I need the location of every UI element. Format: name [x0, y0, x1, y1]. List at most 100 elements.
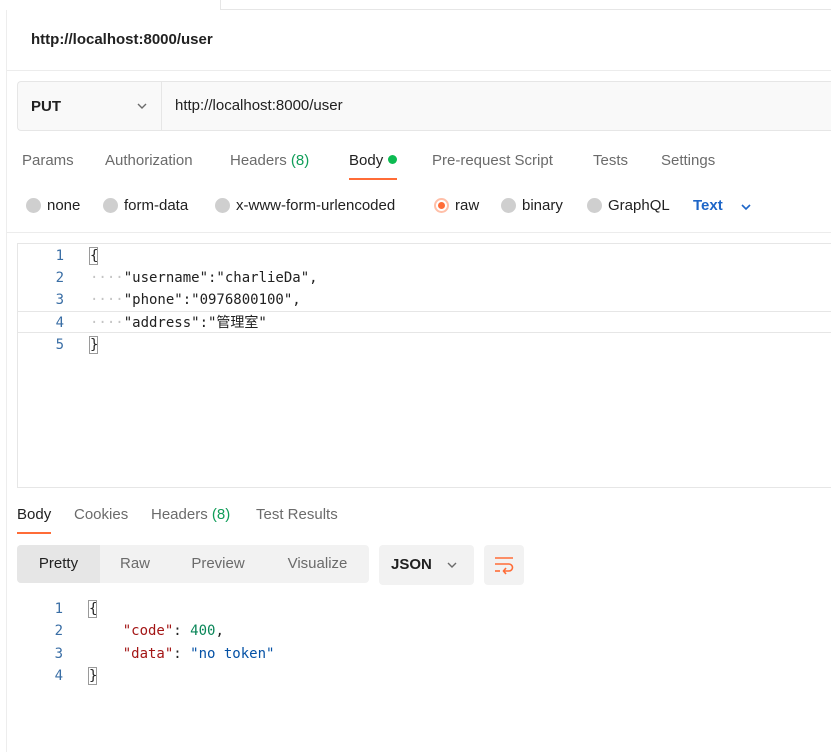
chevron-down-icon — [741, 204, 751, 211]
left-panel-border — [6, 10, 7, 752]
code-line: 4 } — [17, 665, 831, 687]
line-number: 1 — [55, 248, 64, 264]
radio-circle — [501, 198, 516, 213]
radio-label: binary — [522, 197, 563, 214]
code-text: { — [87, 598, 98, 620]
code-content: "phone":"0976800100", — [123, 292, 301, 308]
json-string: "no token" — [190, 646, 275, 662]
brace-open: { — [88, 245, 99, 267]
tab-settings[interactable]: Settings — [661, 152, 715, 169]
active-tab-underline — [349, 178, 398, 180]
line-number: 1 — [54, 601, 63, 617]
view-pretty[interactable]: Pretty — [17, 545, 100, 583]
raw-type-label: Text — [693, 197, 723, 214]
raw-type-select[interactable]: Text — [693, 197, 751, 214]
brace-close: } — [87, 665, 98, 687]
wrap-lines-button[interactable] — [484, 545, 524, 585]
active-tab-underline — [17, 532, 52, 534]
response-tab-body[interactable]: Body — [17, 506, 52, 534]
request-title[interactable]: http://localhost:8000/user — [31, 31, 213, 48]
radio-circle — [103, 198, 118, 213]
code-text: } — [87, 665, 98, 687]
chevron-down-icon — [137, 103, 147, 109]
method-select[interactable]: PUT — [18, 82, 162, 130]
whitespace-marker: ···· — [90, 292, 124, 308]
view-raw[interactable]: Raw — [100, 545, 170, 583]
code-line: 2 ····"username":"charlieDa", — [18, 267, 831, 289]
tab-params[interactable]: Params — [22, 152, 74, 169]
tab-label: Params — [22, 152, 74, 169]
chevron-down-icon — [447, 562, 457, 568]
code-content: "username":"charlieDa", — [123, 270, 318, 286]
line-number: 4 — [55, 315, 64, 331]
tab-label: Cookies — [74, 506, 129, 523]
code-text: ····"username":"charlieDa", — [90, 267, 318, 289]
method-label: PUT — [31, 98, 61, 115]
tab-label: Tests — [593, 152, 629, 169]
tab-body[interactable]: Body — [349, 152, 398, 180]
whitespace-marker: ···· — [90, 270, 124, 286]
line-number: 2 — [55, 270, 64, 286]
request-body-editor[interactable]: 1 { 2 ····"username":"charlieDa", 3 ····… — [17, 243, 831, 488]
active-dot-icon — [388, 155, 398, 164]
code-text: "data": "no token" — [122, 646, 275, 662]
wrap-lines-icon — [495, 557, 514, 575]
line-number: 3 — [55, 292, 64, 308]
tab-pre-request-script[interactable]: Pre-request Script — [432, 152, 553, 169]
divider — [7, 70, 831, 71]
tab-bottom-border — [220, 9, 831, 10]
format-label: JSON — [391, 556, 432, 573]
view-preview[interactable]: Preview — [170, 545, 266, 583]
json-number: 400 — [190, 623, 216, 639]
tab-label: Headers — [151, 506, 208, 523]
code-line-current: 4 ····"address":"管理室" — [18, 311, 831, 333]
response-tab-test-results[interactable]: Test Results — [256, 506, 338, 523]
response-tab-cookies[interactable]: Cookies — [74, 506, 128, 523]
json-key: "data" — [122, 646, 174, 662]
line-number: 3 — [54, 646, 63, 662]
code-line: 1 { — [18, 245, 831, 267]
url-input[interactable]: http://localhost:8000/user — [175, 97, 343, 114]
tab-label: Settings — [661, 152, 716, 169]
code-text: "code": 400, — [122, 623, 224, 639]
radio-circle — [26, 198, 41, 213]
view-visualize[interactable]: Visualize — [266, 545, 369, 583]
whitespace-marker: ···· — [90, 315, 124, 331]
tab-authorization[interactable]: Authorization — [105, 152, 193, 169]
code-text: ····"phone":"0976800100", — [90, 289, 301, 311]
tab-label: Pre-request Script — [432, 152, 553, 169]
brace-close: } — [88, 334, 99, 356]
code-line: 1 { — [17, 598, 831, 620]
tab-count: (8) — [211, 506, 231, 523]
line-number: 2 — [54, 623, 63, 639]
radio-label: form-data — [124, 197, 189, 214]
radio-circle — [434, 198, 449, 213]
tab-label: Body — [17, 506, 52, 523]
code-text: { — [88, 245, 99, 267]
tab-label: Authorization — [105, 152, 193, 169]
radio-label: raw — [455, 197, 480, 214]
response-view-toggle: Pretty Raw Preview Visualize — [17, 545, 369, 583]
line-number: 4 — [54, 668, 63, 684]
url-bar: PUT http://localhost:8000/user — [17, 81, 831, 131]
code-text: ····"address":"管理室" — [90, 312, 267, 334]
radio-label: x-www-form-urlencoded — [236, 197, 396, 214]
code-text: } — [88, 334, 99, 356]
brace-open: { — [87, 598, 98, 620]
response-body-viewer[interactable]: 1 { 2 "code": 400, 3 "data": "no token" … — [17, 598, 831, 698]
tab-count: (8) — [290, 152, 310, 169]
response-format-select[interactable]: JSON — [379, 545, 474, 585]
top-tab-strip — [0, 0, 831, 10]
code-line: 5 } — [18, 334, 831, 356]
tab-label: Headers — [230, 152, 287, 169]
tab-tests[interactable]: Tests — [593, 152, 628, 169]
response-tab-headers[interactable]: Headers (8) — [151, 506, 230, 523]
radio-label: none — [47, 197, 81, 214]
tab-label: Body — [349, 152, 384, 169]
radio-label: GraphQL — [608, 197, 670, 214]
line-number: 5 — [55, 337, 64, 353]
radio-circle — [587, 198, 602, 213]
tab-headers[interactable]: Headers (8) — [230, 152, 309, 169]
code-line: 3 ····"phone":"0976800100", — [18, 289, 831, 311]
radio-circle — [215, 198, 230, 213]
